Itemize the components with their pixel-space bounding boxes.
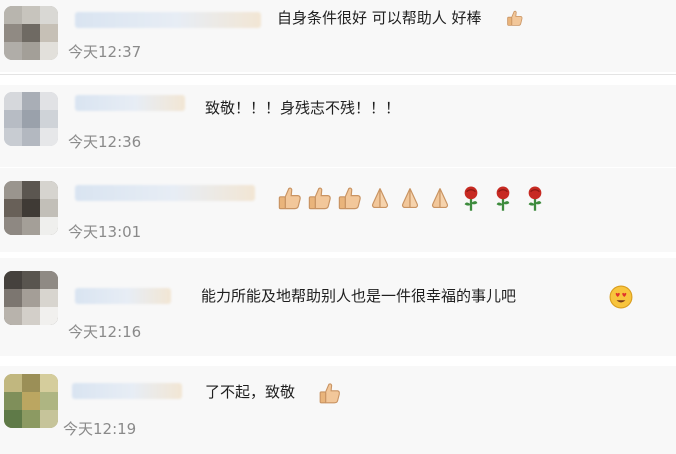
commenter-name-blurred[interactable] <box>75 12 261 28</box>
comment-item[interactable]: 自身条件很好 可以帮助人 好棒 今天12:37 <box>0 0 676 72</box>
comment-item[interactable]: 致敬！！！身残志不残！！！ 今天12:36 <box>0 85 676 167</box>
comment-time: 今天12:19 <box>63 420 137 438</box>
comment-item[interactable]: 能力所能及地帮助别人也是一件很幸福的事儿吧 今天12:16 <box>0 258 676 356</box>
thumbs-up-icon <box>337 185 363 211</box>
avatar[interactable] <box>4 6 58 60</box>
thumbs-up-icon <box>307 185 333 211</box>
comment-time: 今天12:37 <box>68 43 142 61</box>
praying-hands-icon <box>367 185 393 211</box>
comment-time: 今天13:01 <box>68 223 142 241</box>
commenter-name-blurred[interactable] <box>75 185 255 201</box>
avatar[interactable] <box>4 181 58 235</box>
avatar[interactable] <box>4 374 58 428</box>
thumbs-up-icon <box>318 381 342 405</box>
comment-item[interactable]: 今天13:01 <box>0 168 676 252</box>
comment-feed: 自身条件很好 可以帮助人 好棒 今天12:37 致敬！！！身残志不残！！！ 今天… <box>0 0 676 454</box>
thumbs-up-icon <box>506 9 524 27</box>
comment-text: 致敬！！！身残志不残！！！ <box>205 99 401 117</box>
comment-time: 今天12:16 <box>68 323 142 341</box>
avatar[interactable] <box>4 271 58 325</box>
commenter-name-blurred[interactable] <box>72 383 182 399</box>
thumbs-up-icon <box>277 185 303 211</box>
rose-icon <box>457 184 485 212</box>
comment-text: 能力所能及地帮助别人也是一件很幸福的事儿吧 <box>201 287 517 305</box>
comment-text: 自身条件很好 可以帮助人 好棒 <box>277 9 482 27</box>
comment-text: 了不起，致敬 <box>205 383 296 401</box>
avatar[interactable] <box>4 92 58 146</box>
rose-icon <box>521 184 549 212</box>
comment-item[interactable]: 了不起，致敬 今天12:19 <box>0 366 676 454</box>
commenter-name-blurred[interactable] <box>75 95 185 111</box>
commenter-name-blurred[interactable] <box>75 288 171 304</box>
emoji-reactions <box>277 184 549 212</box>
praying-hands-icon <box>397 185 423 211</box>
comment-time: 今天12:36 <box>68 133 142 151</box>
praying-hands-icon <box>427 185 453 211</box>
rose-icon <box>489 184 517 212</box>
heart-eyes-face-icon <box>609 285 633 309</box>
